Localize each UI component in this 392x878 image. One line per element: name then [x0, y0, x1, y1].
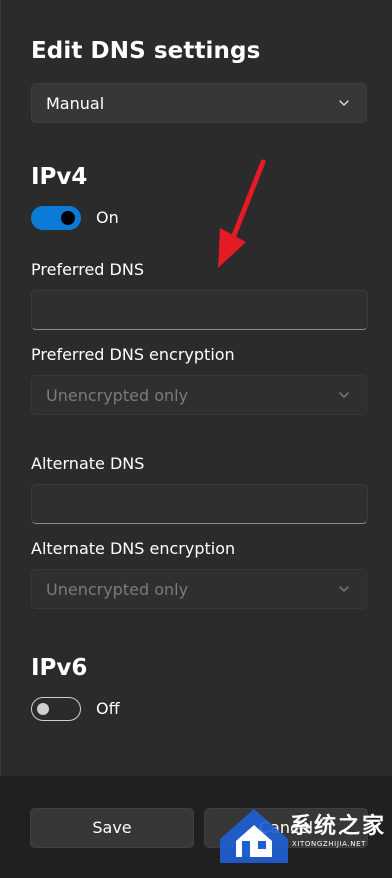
chevron-down-icon: [339, 586, 349, 592]
alternate-encryption-value: Unencrypted only: [46, 580, 189, 599]
alternate-dns-label: Alternate DNS: [31, 454, 145, 473]
toggle-knob: [37, 702, 49, 715]
preferred-encryption-label: Preferred DNS encryption: [31, 345, 235, 364]
alternate-encryption-label: Alternate DNS encryption: [31, 539, 236, 558]
ipv6-toggle[interactable]: [31, 697, 81, 721]
dns-mode-select[interactable]: Manual: [31, 83, 367, 123]
ipv6-toggle-label: Off: [96, 699, 120, 718]
annotation-arrow-icon: [218, 159, 266, 268]
save-button[interactable]: Save: [30, 808, 194, 848]
preferred-dns-label: Preferred DNS: [31, 260, 144, 279]
alternate-encryption-select[interactable]: Unencrypted only: [31, 569, 367, 609]
watermark-url: XITONGZHIJIA.NET: [292, 840, 366, 848]
ipv6-heading: IPv6: [31, 655, 88, 681]
ipv4-heading: IPv4: [31, 164, 88, 190]
dialog-title: Edit DNS settings: [31, 38, 261, 64]
dns-settings-dialog: Edit DNS settings Manual IPv4 On Preferr…: [0, 0, 392, 776]
preferred-encryption-value: Unencrypted only: [46, 386, 189, 405]
chevron-down-icon: [339, 100, 349, 106]
chevron-down-icon: [339, 392, 349, 398]
ipv4-toggle-label: On: [96, 208, 119, 227]
preferred-dns-input[interactable]: [31, 290, 368, 330]
ipv4-toggle[interactable]: [31, 206, 81, 230]
alternate-dns-input[interactable]: [31, 484, 368, 524]
watermark-name: 系统之家: [290, 814, 387, 839]
dns-mode-value: Manual: [46, 94, 105, 113]
toggle-knob: [61, 211, 75, 225]
preferred-encryption-select[interactable]: Unencrypted only: [31, 375, 367, 415]
